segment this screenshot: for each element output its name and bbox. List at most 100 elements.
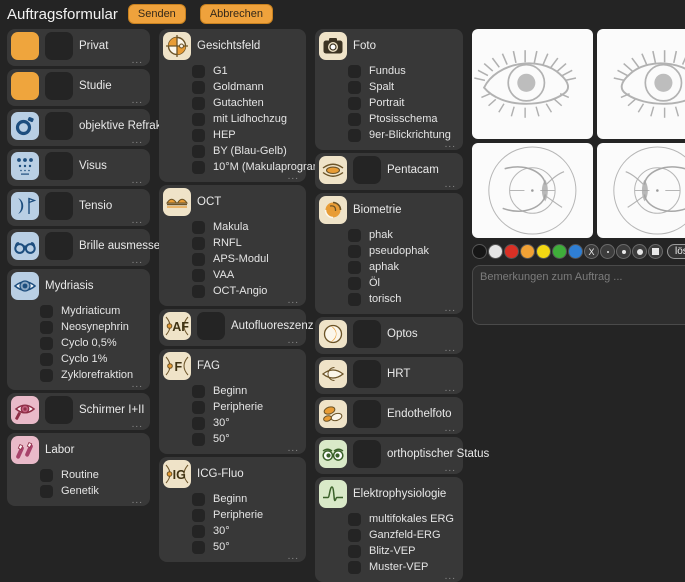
checkbox-row-by-blau-gelb[interactable]: BY (Blau-Gelb) <box>192 143 302 159</box>
brush-size-3-button[interactable] <box>632 244 647 259</box>
fundus-chart-canvas-left[interactable] <box>472 143 593 238</box>
optos-checkbox[interactable] <box>353 320 381 348</box>
panel-more[interactable]: ... <box>445 139 456 150</box>
checkbox-row-mit-lidhochzug[interactable]: mit Lidhochzug <box>192 111 302 127</box>
muster-vep-checkbox[interactable] <box>348 560 361 574</box>
makula-checkbox[interactable] <box>192 220 205 234</box>
checkbox-row-makula[interactable]: Makula <box>192 219 302 235</box>
fundus-checkbox[interactable] <box>348 64 361 78</box>
gutachten-checkbox[interactable] <box>192 96 205 110</box>
beginn-checkbox[interactable] <box>192 384 205 398</box>
aps-modul-checkbox[interactable] <box>192 252 205 266</box>
pseudophak-checkbox[interactable] <box>348 244 361 258</box>
objektive-refraktion-checkbox[interactable] <box>45 112 73 140</box>
50-checkbox[interactable] <box>192 432 205 446</box>
panel-more[interactable]: ... <box>445 463 456 474</box>
peripherie-checkbox[interactable] <box>192 400 205 414</box>
by-blau-gelb-checkbox[interactable] <box>192 144 205 158</box>
oct-angio-checkbox[interactable] <box>192 284 205 298</box>
routine-checkbox[interactable] <box>40 468 53 482</box>
palette-color-3[interactable] <box>504 244 519 259</box>
vaa-checkbox[interactable] <box>192 268 205 282</box>
portrait-checkbox[interactable] <box>348 96 361 110</box>
panel-more[interactable]: ... <box>288 171 299 182</box>
checkbox-row-blitz-vep[interactable]: Blitz-VEP <box>348 543 459 559</box>
checkbox-row-50[interactable]: 50° <box>192 539 302 555</box>
checkbox-row-zyklorefraktion[interactable]: Zyklorefraktion <box>40 367 146 383</box>
panel-more[interactable]: ... <box>132 95 143 106</box>
cyclo-1-checkbox[interactable] <box>40 352 53 366</box>
checkbox-row-routine[interactable]: Routine <box>40 467 146 483</box>
mydriaticum-checkbox[interactable] <box>40 304 53 318</box>
checkbox-row-peripherie[interactable]: Peripherie <box>192 399 302 415</box>
checkbox-row-genetik[interactable]: Genetik <box>40 483 146 499</box>
brush-square-button[interactable] <box>648 244 663 259</box>
checkbox-row-g1[interactable]: G1 <box>192 63 302 79</box>
checkbox-row-phak[interactable]: phak <box>348 227 459 243</box>
checkbox-row-spalt[interactable]: Spalt <box>348 79 459 95</box>
eye-sketch-canvas-right[interactable] <box>596 29 685 139</box>
checkbox-row-9er-blickrichtung[interactable]: 9er-Blickrichtung <box>348 127 459 143</box>
panel-more[interactable]: ... <box>445 383 456 394</box>
9er-blickrichtung-checkbox[interactable] <box>348 128 361 142</box>
peripherie-checkbox[interactable] <box>192 508 205 522</box>
ptosisschema-checkbox[interactable] <box>348 112 361 126</box>
panel-more[interactable]: ... <box>445 303 456 314</box>
50-checkbox[interactable] <box>192 540 205 554</box>
brille-ausmessen-checkbox[interactable] <box>45 232 73 260</box>
panel-more[interactable]: ... <box>445 423 456 434</box>
panel-more[interactable]: ... <box>132 175 143 186</box>
send-button[interactable]: Senden <box>127 4 186 24</box>
checkbox-row-rnfl[interactable]: RNFL <box>192 235 302 251</box>
10-m-makulaprogramm-checkbox[interactable] <box>192 160 205 174</box>
checkbox-row-beginn[interactable]: Beginn <box>192 383 302 399</box>
autofluoreszenz-checkbox[interactable] <box>197 312 225 340</box>
checkbox-row-cyclo-1[interactable]: Cyclo 1% <box>40 351 146 367</box>
panel-more[interactable]: ... <box>288 551 299 562</box>
genetik-checkbox[interactable] <box>40 484 53 498</box>
checkbox-row-aphak[interactable]: aphak <box>348 259 459 275</box>
palette-color-6[interactable] <box>552 244 567 259</box>
panel-more[interactable]: ... <box>445 571 456 582</box>
mit-lidhochzug-checkbox[interactable] <box>192 112 205 126</box>
checkbox-row-ptosisschema[interactable]: Ptosisschema <box>348 111 459 127</box>
checkbox-row-multifokales-erg[interactable]: multifokales ERG <box>348 511 459 527</box>
hrt-checkbox[interactable] <box>353 360 381 388</box>
tensio-checkbox[interactable] <box>45 192 73 220</box>
blitz-vep-checkbox[interactable] <box>348 544 361 558</box>
brush-size-2-button[interactable] <box>616 244 631 259</box>
panel-more[interactable]: ... <box>132 419 143 430</box>
checkbox-row-muster-vep[interactable]: Muster-VEP <box>348 559 459 575</box>
checkbox-row-aps-modul[interactable]: APS-Modul <box>192 251 302 267</box>
checkbox-row-cyclo-0-5[interactable]: Cyclo 0,5% <box>40 335 146 351</box>
checkbox-row-goldmann[interactable]: Goldmann <box>192 79 302 95</box>
ganzfeld-erg-checkbox[interactable] <box>348 528 361 542</box>
zyklorefraktion-checkbox[interactable] <box>40 368 53 382</box>
checkbox-row-torisch[interactable]: torisch <box>348 291 459 307</box>
checkbox-row-ganzfeld-erg[interactable]: Ganzfeld-ERG <box>348 527 459 543</box>
panel-more[interactable]: ... <box>445 179 456 190</box>
panel-more[interactable]: ... <box>132 495 143 506</box>
phak-checkbox[interactable] <box>348 228 361 242</box>
orthoptischer-status-checkbox[interactable] <box>353 440 381 468</box>
checkbox-row-50[interactable]: 50° <box>192 431 302 447</box>
panel-more[interactable]: ... <box>288 443 299 454</box>
palette-color-2[interactable] <box>488 244 503 259</box>
aphak-checkbox[interactable] <box>348 260 361 274</box>
checkbox-row-vaa[interactable]: VAA <box>192 267 302 283</box>
rnfl-checkbox[interactable] <box>192 236 205 250</box>
studie-checkbox[interactable] <box>45 72 73 100</box>
checkbox-row-peripherie[interactable]: Peripherie <box>192 507 302 523</box>
brush-size-1-button[interactable] <box>600 244 615 259</box>
checkbox-row-30[interactable]: 30° <box>192 523 302 539</box>
panel-more[interactable]: ... <box>132 255 143 266</box>
g1-checkbox[interactable] <box>192 64 205 78</box>
checkbox-row-mydriaticum[interactable]: Mydriaticum <box>40 303 146 319</box>
panel-more[interactable]: ... <box>288 335 299 346</box>
panel-more[interactable]: ... <box>445 343 456 354</box>
hep-checkbox[interactable] <box>192 128 205 142</box>
panel-more[interactable]: ... <box>288 295 299 306</box>
checkbox-row-l[interactable]: Öl <box>348 275 459 291</box>
palette-color-1[interactable] <box>472 244 487 259</box>
eye-sketch-canvas-left[interactable] <box>472 29 593 139</box>
